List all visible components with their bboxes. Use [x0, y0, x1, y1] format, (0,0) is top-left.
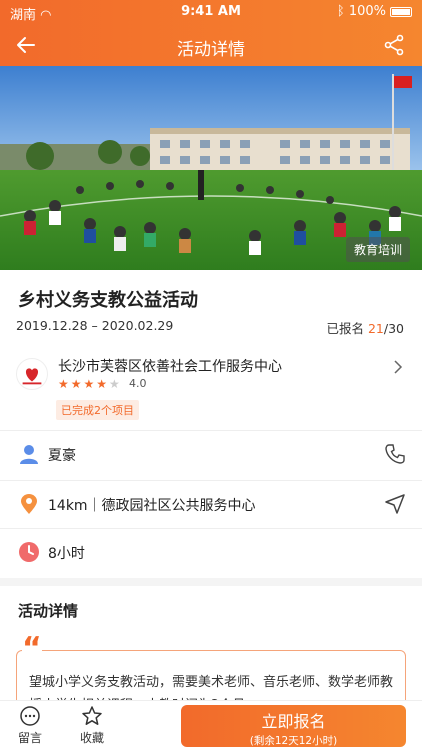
- registration-label: 已报名: [326, 321, 364, 336]
- rating-value: 4.0: [129, 377, 147, 390]
- contact-name: 夏豪: [48, 448, 76, 464]
- favorite-button[interactable]: 收藏: [72, 705, 112, 746]
- favorite-label: 收藏: [79, 731, 104, 745]
- star-outline-icon: [82, 706, 102, 725]
- section-divider: [0, 578, 422, 586]
- contact-row: 夏豪: [0, 430, 422, 478]
- registration-count: 已报名 21/30: [326, 318, 404, 337]
- organization-logo: [16, 358, 48, 390]
- rating-stars: ★★★★★: [58, 377, 122, 391]
- activity-title: 乡村义务支教公益活动: [18, 290, 198, 311]
- organization-name: 长沙市芙蓉区依善社会工作服务中心: [58, 359, 282, 375]
- status-bar: 湖南 ◠ 9:41 AM ᛒ 100%: [0, 0, 422, 24]
- description-section-title: 活动详情: [18, 602, 79, 620]
- duration-text: 8小时: [48, 546, 85, 562]
- activity-date-range: 2019.12.28 – 2020.02.29: [16, 318, 174, 333]
- navigation-icon[interactable]: [384, 493, 406, 515]
- star-empty-icon: ★: [109, 377, 122, 391]
- share-icon[interactable]: [382, 33, 406, 57]
- clock-icon: [19, 542, 39, 562]
- comment-icon: [20, 706, 40, 726]
- registered-total: /30: [383, 321, 404, 336]
- star-icon: ★★★★: [58, 377, 110, 391]
- completed-projects-badge: 已完成2个项目: [56, 400, 139, 420]
- comment-label: 留言: [17, 731, 42, 745]
- battery-status: ᛒ 100%: [337, 4, 412, 19]
- phone-icon[interactable]: [384, 443, 406, 465]
- quote-mark-icon: “: [22, 631, 42, 666]
- location-row[interactable]: 14km｜德政园社区公共服务中心: [0, 480, 422, 528]
- comment-button[interactable]: 留言: [10, 705, 50, 746]
- signup-label: 立即报名: [261, 712, 326, 731]
- organization-card[interactable]: 长沙市芙蓉区依善社会工作服务中心 ★★★★★ 4.0 已完成2个项目: [0, 352, 422, 424]
- category-tag: 教育培训: [345, 237, 410, 262]
- signup-button[interactable]: 立即报名 (剩余12天12小时): [181, 705, 406, 747]
- top-header: 湖南 ◠ 9:41 AM ᛒ 100% 活动详情: [0, 0, 422, 66]
- bottom-action-bar: 留言 收藏 立即报名 (剩余12天12小时): [0, 700, 422, 750]
- bluetooth-icon: ᛒ: [336, 4, 345, 19]
- person-icon: [20, 445, 38, 464]
- page-title: 活动详情: [177, 40, 245, 60]
- signup-countdown: (剩余12天12小时): [249, 735, 338, 747]
- chevron-right-icon: [394, 360, 403, 374]
- battery-icon: [390, 6, 412, 17]
- navigation-bar: 活动详情: [0, 24, 422, 66]
- activity-photo: 教育培训: [0, 66, 422, 270]
- duration-row: 8小时: [0, 528, 422, 576]
- location-text: 14km｜德政园社区公共服务中心: [48, 498, 256, 514]
- activity-detail-screen: 湖南 ◠ 9:41 AM ᛒ 100% 活动详情 教育培训 乡村义务支教公益活动…: [0, 0, 422, 750]
- registered-current: 21: [367, 321, 384, 336]
- location-pin-icon: [21, 494, 37, 514]
